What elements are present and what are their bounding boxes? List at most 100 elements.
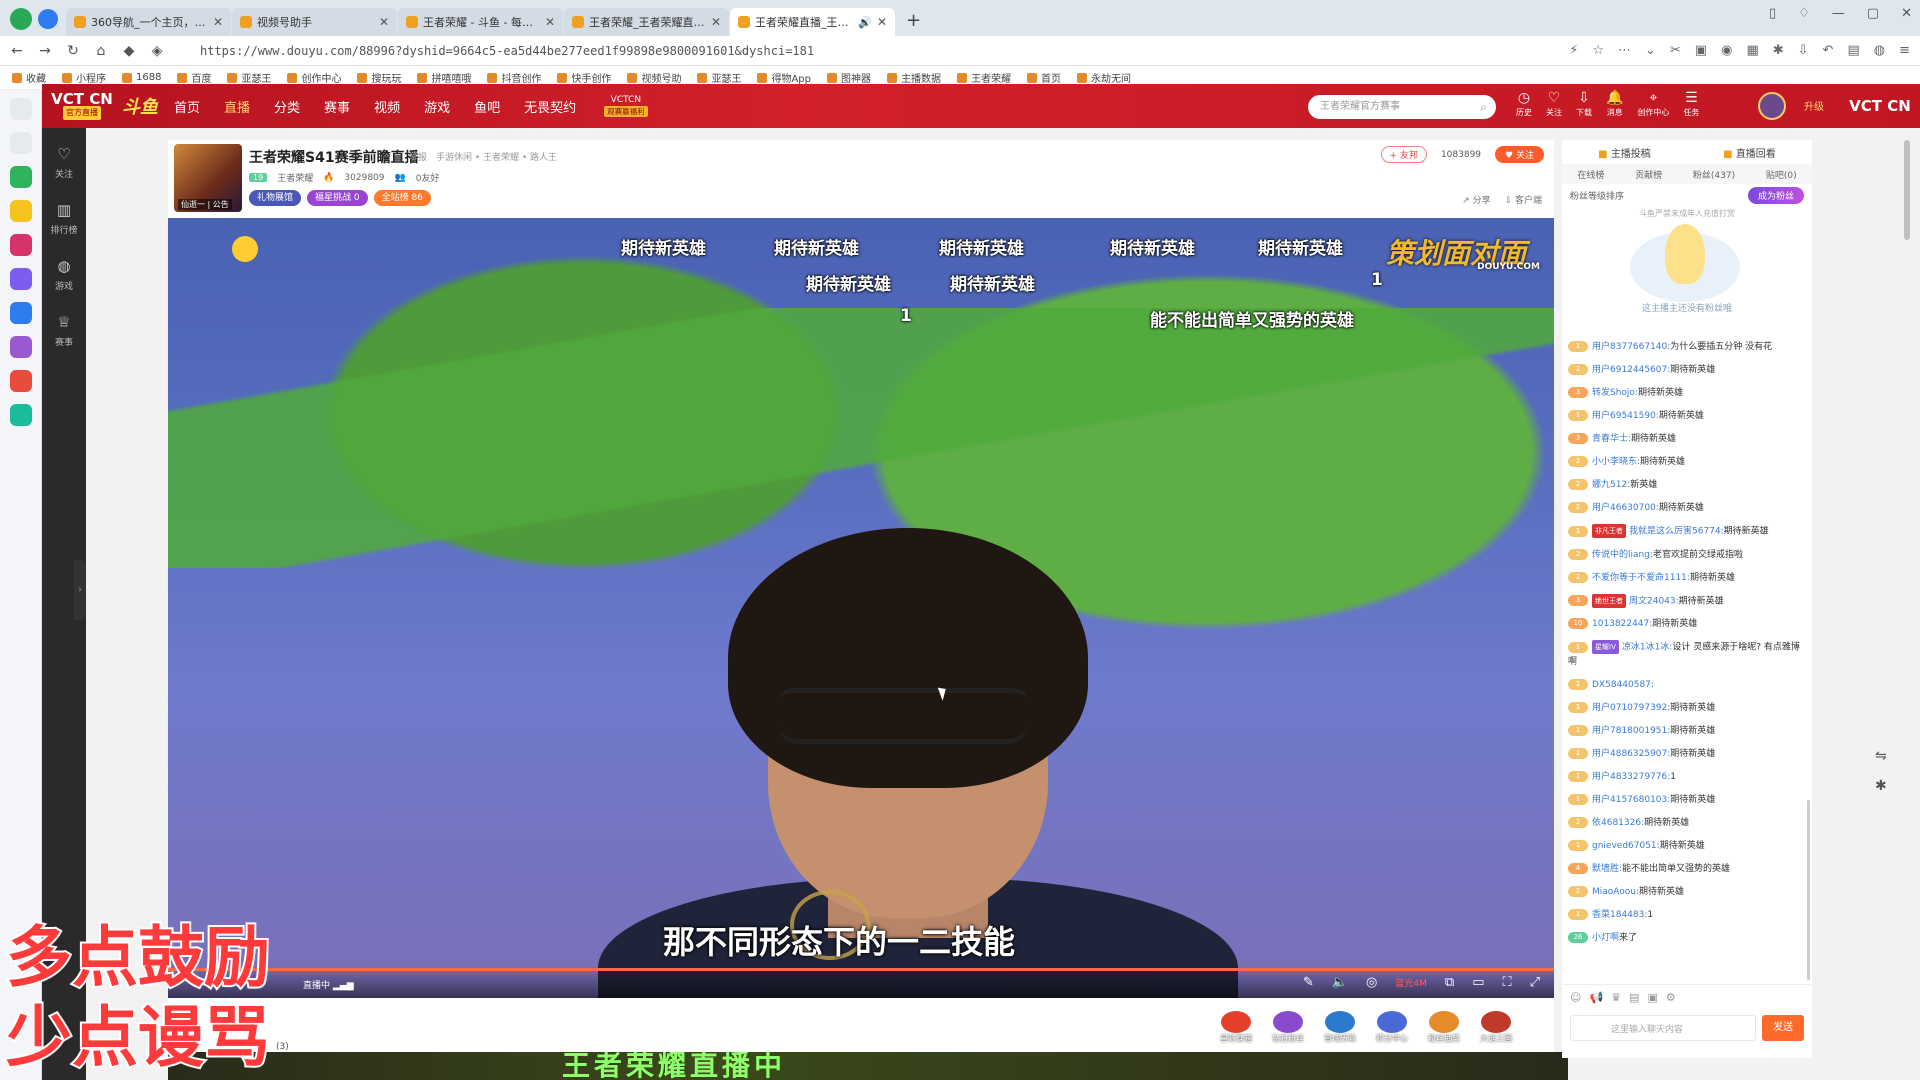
nav-item[interactable]: 分类 (274, 97, 300, 116)
header-item[interactable]: ♡ 关注 (1546, 90, 1562, 118)
nav-item[interactable]: 视频 (374, 97, 400, 116)
chat-username[interactable]: 用户4157680103: (1592, 795, 1670, 805)
search-icon[interactable]: ⌕ (1480, 95, 1487, 119)
fan-rank-label[interactable]: 粉丝等级排序 (1570, 189, 1624, 202)
vctcn-promo[interactable]: VCTCN 观赛赢福利 (604, 95, 648, 117)
user-avatar[interactable] (1758, 92, 1786, 120)
chevron-down-icon[interactable]: ⌄ (1645, 43, 1656, 58)
bookmark-item[interactable]: 得物App (757, 70, 811, 85)
sidebar-toggle-icon[interactable]: ▯ (1769, 6, 1776, 21)
chat-scrollbar[interactable] (1807, 800, 1810, 980)
forward-icon[interactable]: → (38, 43, 52, 59)
puzzle-icon[interactable]: ✱ (1773, 43, 1784, 58)
chat-username[interactable]: 我就是这么厉害56774: (1629, 527, 1724, 537)
ai-icon[interactable] (9, 302, 32, 324)
web-fullscreen-icon[interactable]: ⛶ (1502, 975, 1511, 990)
gift-item[interactable]: 积分中心 (1370, 1004, 1414, 1044)
page-scrollbar[interactable] (1904, 140, 1910, 240)
emoji-icon[interactable]: ☺ (1570, 991, 1581, 1004)
browser-tab[interactable]: 360导航_一个主页，整个世界✕ (66, 8, 231, 36)
close-icon[interactable]: ✕ (379, 15, 389, 29)
chat-username[interactable]: 青春华士: (1592, 434, 1631, 444)
bookmark-item[interactable]: 视频号助 (627, 70, 681, 85)
bookmark-item[interactable]: 图神器 (827, 70, 871, 85)
chat-input[interactable]: 这里输入聊天内容 (1570, 1015, 1756, 1041)
bookmark-item[interactable]: 创作中心 (287, 70, 341, 85)
site-rank-badge[interactable]: 全站榜 86 (373, 190, 431, 206)
horn-icon[interactable]: 📢 (1589, 991, 1603, 1004)
tab-tieba[interactable]: 贴吧(0) (1766, 168, 1797, 181)
maximize-icon[interactable]: ▢ (1867, 6, 1879, 21)
chat-username[interactable]: 用户8377667140: (1592, 342, 1670, 352)
wallet-icon[interactable]: ▤ (1847, 43, 1859, 58)
anchor-name[interactable]: 王者荣耀 (277, 171, 313, 184)
nav-item[interactable]: 直播 (224, 97, 250, 116)
nav-item[interactable]: 无畏契约 (524, 97, 576, 116)
menu-icon[interactable]: ≡ (1899, 43, 1910, 58)
browser-tab[interactable]: 视频号助手 ✕ (232, 8, 397, 36)
video-player[interactable] (168, 218, 1554, 998)
chat-username[interactable]: 香菜184483: (1592, 910, 1647, 920)
room-categories[interactable]: 手游休闲 • 王者荣耀 • 路人王 (436, 150, 557, 163)
browser-tab[interactable]: 王者荣耀 - 斗鱼 - 每个人的直✕ (398, 8, 563, 36)
nav-item[interactable]: 首页 (174, 97, 200, 116)
extension-icon[interactable]: ▦ (1746, 43, 1758, 58)
site-search-input[interactable]: 王者荣耀官方赛事 ⌕ (1308, 95, 1496, 119)
chat-username[interactable]: gnieved67051: (1592, 841, 1660, 851)
bookmark-item[interactable]: 快手创作 (557, 70, 611, 85)
rail-match[interactable]: ♕ 赛事 (42, 302, 86, 358)
header-item[interactable]: ◷ 历史 (1516, 90, 1532, 118)
chat-username[interactable]: 用户6912445607: (1592, 365, 1670, 375)
star-icon[interactable]: ☆ (1592, 43, 1604, 58)
header-item[interactable]: 🔔 消息 (1606, 90, 1623, 118)
share-button[interactable]: ↗ 分享 (1462, 193, 1490, 206)
chat-username[interactable]: 小灯啊 (1592, 933, 1619, 943)
header-item[interactable]: ☰ 任务 (1683, 90, 1699, 118)
new-tab-button[interactable]: + (896, 10, 931, 36)
gift-item[interactable]: 钻石粉丝 (1266, 1004, 1310, 1044)
browser-tab[interactable]: 王者荣耀_王者荣耀直播_王者✕ (564, 8, 729, 36)
quality-selector[interactable]: 蓝光4M (1395, 976, 1427, 989)
reload-icon[interactable]: ↻ (66, 43, 80, 59)
friend-button[interactable]: + 友邦 (1380, 146, 1427, 163)
report-link[interactable]: 举报 (409, 150, 427, 163)
anchor-posts-link[interactable]: 主播投稿 (1598, 145, 1651, 160)
rail-follow[interactable]: ♡ 关注 (42, 134, 86, 190)
browser-menu-icon[interactable] (38, 9, 58, 29)
nav-item[interactable]: 鱼吧 (474, 97, 500, 116)
extension-icon[interactable]: ▣ (1695, 43, 1707, 58)
back-icon[interactable]: ← (10, 43, 24, 59)
chat-username[interactable]: 凉冰1冰1冰: (1622, 643, 1673, 653)
chat-username[interactable]: 依4681326: (1592, 818, 1644, 828)
home-icon[interactable]: ⌂ (94, 43, 108, 59)
close-icon[interactable]: ✕ (213, 15, 223, 29)
crown-icon[interactable]: ♛ (1611, 991, 1621, 1004)
chat-username[interactable]: 传说中的liang: (1592, 550, 1653, 560)
bookmark-item[interactable]: 小程序 (62, 70, 106, 85)
extension-icon[interactable]: ◉ (1721, 43, 1732, 58)
fullscreen-icon[interactable]: ⤢ (1530, 975, 1540, 990)
home-icon[interactable] (9, 98, 32, 120)
send-button[interactable]: 发送 (1762, 1015, 1804, 1041)
client-button[interactable]: ⇩ 客户端 (1505, 193, 1542, 206)
rail-ranking[interactable]: ▥ 排行榜 (42, 190, 86, 246)
chat-username[interactable]: 用户69541590: (1592, 411, 1659, 421)
bookmark-item[interactable]: 主播数据 (887, 70, 941, 85)
app-icon[interactable] (9, 234, 32, 256)
bookmark-item[interactable]: 百度 (177, 70, 211, 85)
gift-item[interactable]: 大话三国 (1474, 1004, 1518, 1044)
site-logo[interactable]: 斗鱼 (122, 93, 158, 119)
chat-username[interactable]: 小小李晓东: (1592, 457, 1640, 467)
translate-icon[interactable]: ⇋ (1875, 748, 1903, 764)
theater-mode-icon[interactable]: ▭ (1472, 975, 1484, 990)
star-icon[interactable] (9, 200, 32, 222)
gift-item[interactable]: 星际穿越 (1214, 1004, 1258, 1044)
bookmark-item[interactable]: 搜玩玩 (357, 70, 401, 85)
close-icon[interactable]: ✕ (545, 15, 555, 29)
chat-username[interactable]: 用户7818001951: (1592, 726, 1670, 736)
volume-icon[interactable]: 🔈 (1332, 975, 1348, 990)
replay-link[interactable]: 直播回看 (1723, 145, 1776, 160)
header-item[interactable]: ⇩ 下载 (1576, 90, 1592, 118)
chat-username[interactable]: 1013822447: (1592, 619, 1652, 629)
close-icon[interactable]: ✕ (711, 15, 721, 29)
